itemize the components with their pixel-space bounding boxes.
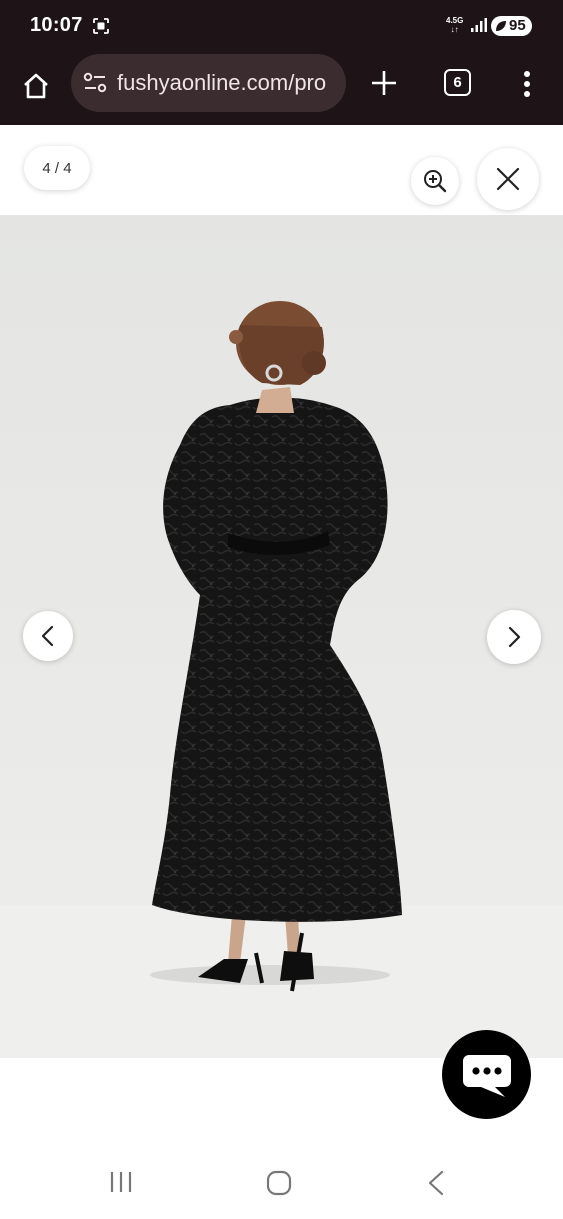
- site-settings-icon: [83, 72, 107, 93]
- chevron-right-icon: [508, 626, 521, 648]
- more-vert-icon: [524, 71, 530, 97]
- zoom-in-icon: [424, 170, 447, 193]
- network-type-label: 4.5G ↓↑: [446, 16, 463, 34]
- image-counter: 4 / 4: [24, 146, 90, 190]
- tab-count: 6: [453, 74, 462, 91]
- home-circle-icon[interactable]: [266, 1170, 292, 1196]
- tabs-button[interactable]: 6: [444, 69, 471, 96]
- back-icon[interactable]: [426, 1170, 446, 1196]
- product-image: [0, 215, 563, 1058]
- recent-apps-icon[interactable]: [108, 1170, 134, 1194]
- screen: 10:07 4.5G ↓↑ 95 fushyaonline.com/pro 6 …: [0, 0, 563, 1219]
- address-bar[interactable]: fushyaonline.com/pro: [71, 54, 346, 112]
- signal-icon: [471, 18, 487, 32]
- close-gallery-button[interactable]: [477, 148, 539, 210]
- battery-saver-leaf-icon: [496, 21, 506, 31]
- status-time: 10:07: [30, 14, 83, 36]
- system-nav-bar: [0, 1150, 563, 1219]
- image-counter-text: 4 / 4: [42, 159, 72, 177]
- new-tab-plus-icon: [372, 71, 396, 95]
- chat-bubble-icon: [462, 1054, 511, 1097]
- url-text: fushyaonline.com/pro: [117, 70, 327, 95]
- network-type-text: 4.5G: [446, 16, 464, 25]
- product-photo: [0, 215, 563, 1058]
- more-options-button[interactable]: [514, 64, 540, 104]
- next-image-button[interactable]: [487, 610, 541, 664]
- new-tab-button[interactable]: [366, 65, 402, 101]
- zoom-button[interactable]: [411, 157, 459, 205]
- chat-button[interactable]: [442, 1030, 531, 1119]
- battery-indicator: 95: [491, 16, 532, 36]
- home-icon: [24, 73, 48, 99]
- browser-toolbar: fushyaonline.com/pro 6: [0, 52, 563, 125]
- close-icon: [496, 167, 520, 191]
- status-bar: 10:07 4.5G ↓↑ 95: [0, 0, 563, 52]
- screenshot-icon: [93, 18, 109, 34]
- network-activity-arrows: ↓↑: [450, 25, 459, 34]
- home-button[interactable]: [16, 66, 56, 106]
- chevron-left-icon: [41, 625, 54, 647]
- battery-level: 95: [509, 17, 526, 34]
- previous-image-button[interactable]: [23, 611, 73, 661]
